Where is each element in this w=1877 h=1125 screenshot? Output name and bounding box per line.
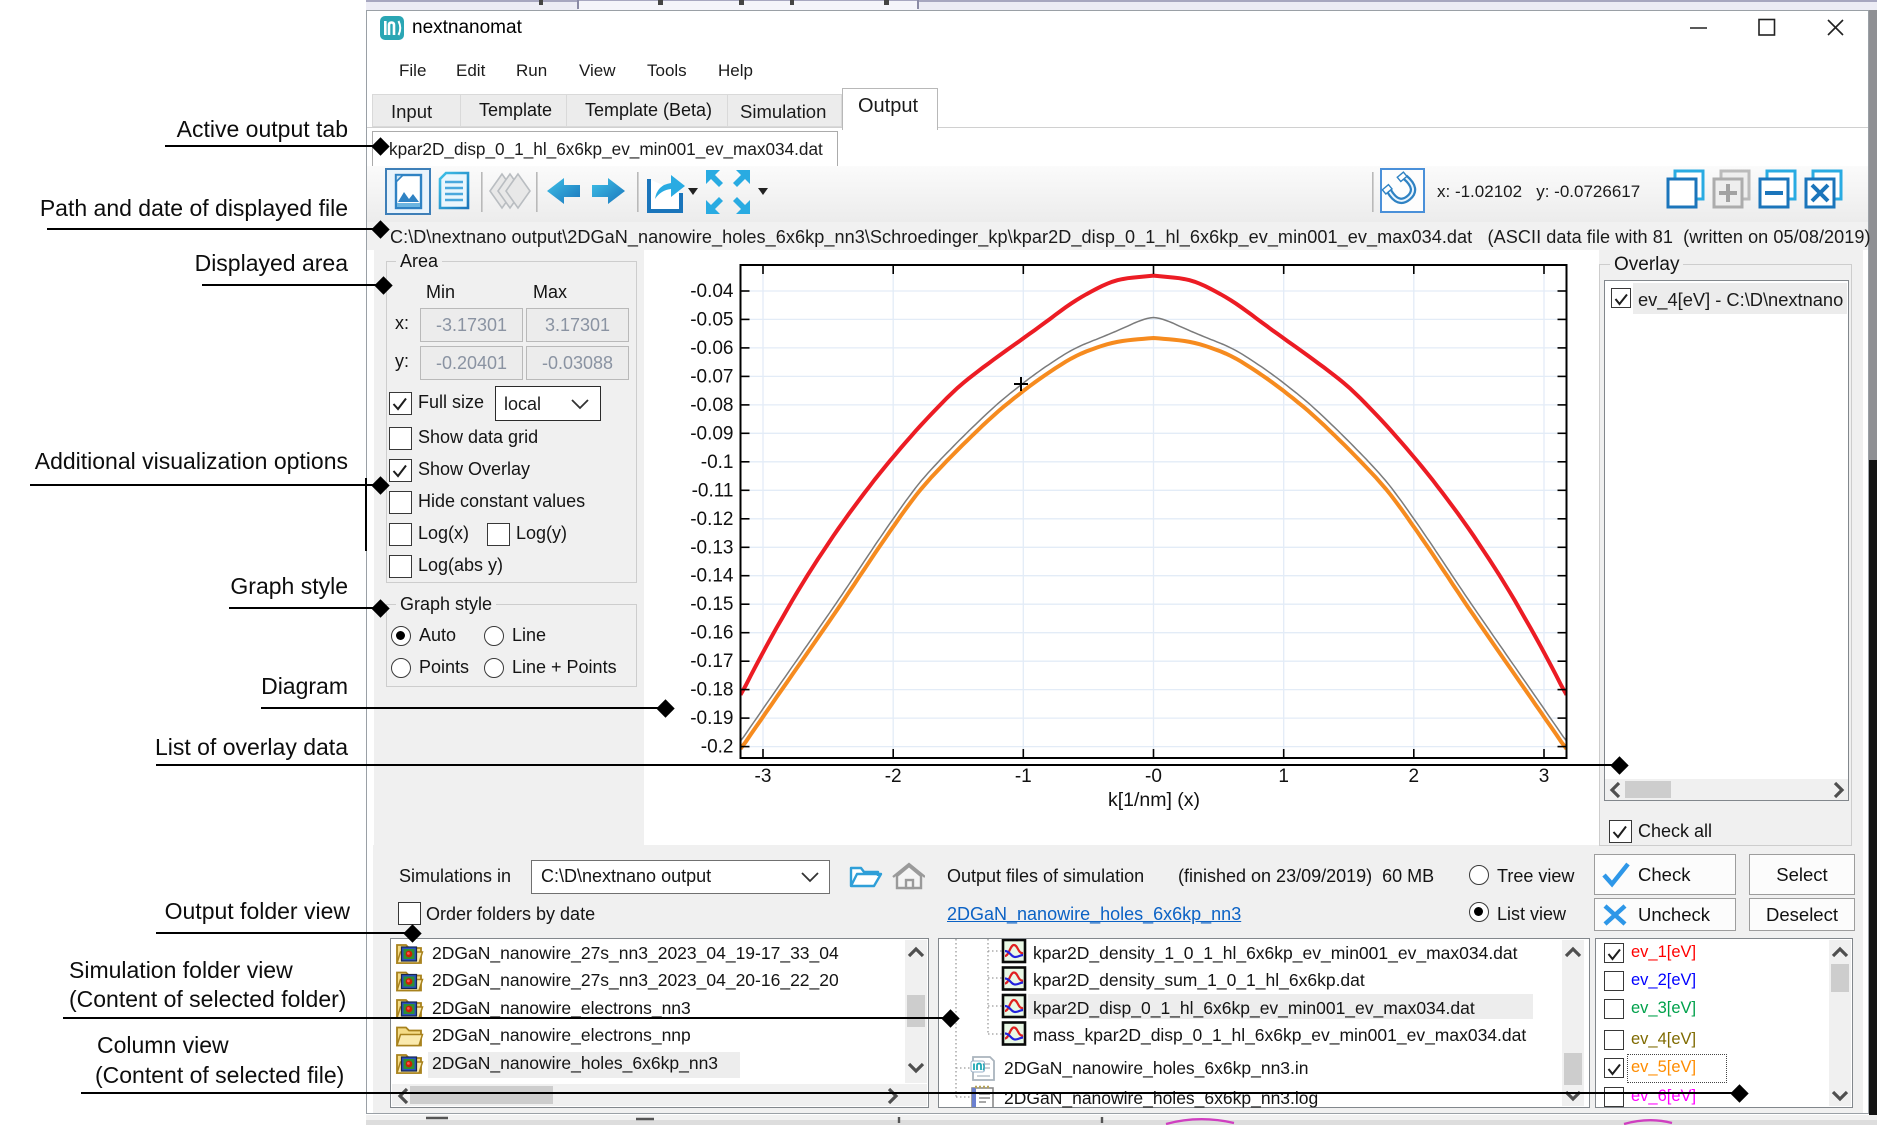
svg-text:-2: -2 (885, 766, 902, 787)
svg-text:-0.17: -0.17 (690, 651, 733, 672)
svg-text:-0.1: -0.1 (701, 452, 734, 473)
svg-text:-3: -3 (755, 766, 772, 787)
svg-text:-0.19: -0.19 (690, 708, 733, 729)
svg-text:-0.07: -0.07 (690, 366, 733, 387)
svg-text:-0.2: -0.2 (701, 737, 734, 758)
svg-text:-0.06: -0.06 (690, 338, 733, 359)
svg-text:-0.08: -0.08 (690, 395, 733, 416)
svg-text:-0.18: -0.18 (690, 680, 733, 701)
svg-text:-0.04: -0.04 (690, 281, 734, 302)
svg-text:2: 2 (1409, 766, 1420, 787)
svg-text:-0.14: -0.14 (690, 566, 734, 587)
svg-text:-0.11: -0.11 (692, 480, 734, 501)
svg-text:-0.13: -0.13 (690, 537, 733, 558)
svg-text:-0.16: -0.16 (690, 623, 733, 644)
svg-text:1: 1 (1278, 766, 1289, 787)
svg-text:-0.09: -0.09 (690, 423, 733, 444)
svg-text:-1: -1 (1015, 766, 1032, 787)
svg-text:k[1/nm] (x): k[1/nm] (x) (1108, 789, 1200, 811)
svg-text:-0.15: -0.15 (690, 594, 733, 615)
svg-text:-0.05: -0.05 (690, 309, 733, 330)
svg-text:-0.12: -0.12 (690, 509, 733, 530)
svg-text:3: 3 (1539, 766, 1550, 787)
svg-text:-0: -0 (1145, 766, 1162, 787)
